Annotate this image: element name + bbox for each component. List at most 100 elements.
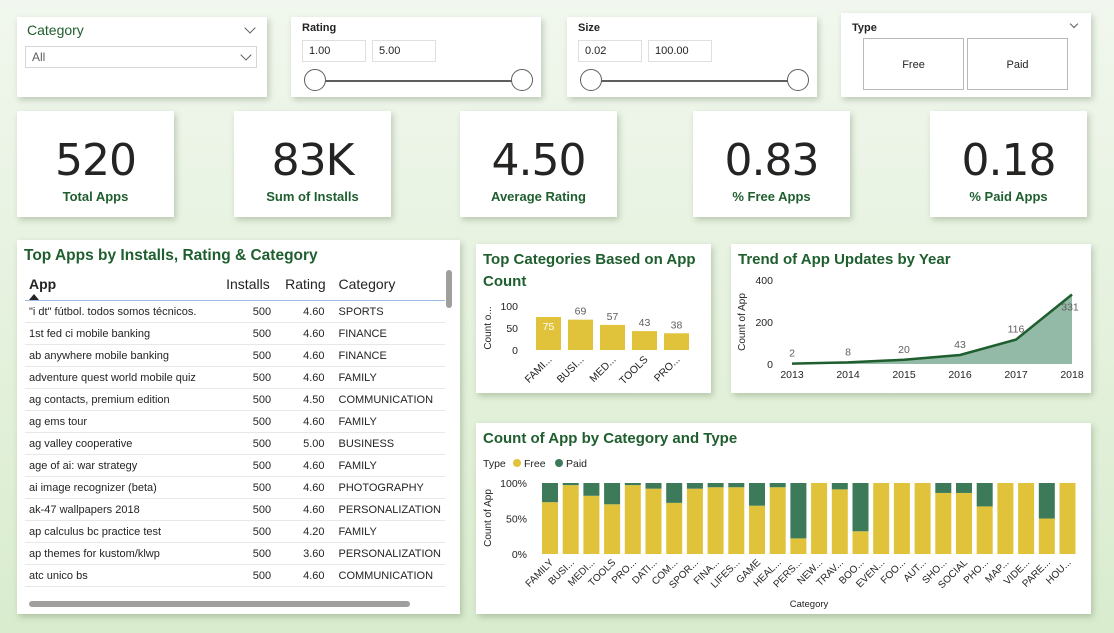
size-slider-min-handle[interactable]: [580, 69, 602, 91]
bar: [664, 333, 689, 350]
column-header-installs[interactable]: Installs: [222, 270, 282, 301]
horizontal-scrollbar[interactable]: [29, 601, 410, 607]
chevron-down-icon[interactable]: [1069, 19, 1079, 29]
table-row[interactable]: ak-47 wallpapers 2018 500 4.60 PERSONALIZAT…: [25, 498, 445, 521]
legend-title: Type: [483, 458, 506, 470]
rating-slider-min-handle[interactable]: [304, 69, 326, 91]
size-slider-max-handle[interactable]: [787, 69, 809, 91]
cell-installs: 500: [222, 476, 282, 499]
chevron-down-icon[interactable]: [244, 22, 256, 34]
table-row[interactable]: ab anywhere mobile banking 500 4.60 FINANCE: [25, 344, 445, 367]
bar-segment-paid: [1038, 483, 1055, 519]
y-tick-label: 100: [500, 301, 518, 313]
cell-category: FAMILY: [334, 410, 445, 433]
table-row[interactable]: atc unico bs 500 4.60 COMMUNICATION: [25, 564, 445, 587]
column-header-rating[interactable]: Rating: [281, 270, 335, 301]
table-row[interactable]: age of ai: war strategy 500 4.60 FAMILY: [25, 454, 445, 477]
bar-segment-free: [645, 488, 662, 554]
rating-slider-max-handle[interactable]: [511, 69, 533, 91]
table-row[interactable]: ap calculus bc practice test 500 4.20 FAMIL…: [25, 520, 445, 543]
table-row[interactable]: "i dt" fútbol. todos somos técnicos. 500 4…: [25, 300, 445, 323]
bar-segment-free: [583, 495, 600, 554]
table-row[interactable]: ap themes for kustom/klwp 500 3.60 PERSONAL…: [25, 542, 445, 565]
cell-rating: 4.60: [281, 322, 335, 345]
bar-segment-free: [666, 502, 683, 554]
bar-segment-free: [790, 538, 807, 554]
x-tick-label: 2017: [1004, 369, 1028, 381]
top-apps-table: App Installs Rating Category "i dt" fútb…: [25, 270, 445, 587]
data-label: 2: [789, 348, 795, 360]
bar: [600, 324, 625, 350]
size-max-input[interactable]: 100.00: [648, 40, 712, 62]
bar-segment-paid: [935, 483, 952, 493]
cell-installs: 500: [222, 542, 282, 565]
size-slider-track[interactable]: [591, 80, 799, 82]
bar-segment-free: [997, 483, 1014, 554]
cell-installs: 500: [222, 498, 282, 521]
type-slicer: Type Free Paid: [841, 13, 1091, 97]
table-row[interactable]: 1st fed ci mobile banking 500 4.60 FINANCE: [25, 322, 445, 345]
bar-segment-free: [542, 502, 558, 554]
bar-segment-free: [728, 487, 745, 554]
x-tick-label: 2018: [1060, 369, 1084, 381]
cell-category: PERSONALIZATION: [334, 498, 445, 521]
rating-max-input[interactable]: 5.00: [372, 40, 436, 62]
kpi-value: 520: [55, 135, 137, 186]
bar-segment-free: [852, 531, 869, 554]
column-header-category[interactable]: Category: [334, 270, 445, 301]
cell-app: age of ai: war strategy: [25, 454, 223, 477]
y-tick-label: 50: [506, 323, 518, 335]
rating-slider-track[interactable]: [315, 80, 523, 82]
rating-slicer-title: Rating: [302, 22, 337, 34]
cell-installs: 500: [222, 344, 282, 367]
bar-segment-free: [624, 485, 641, 554]
bar-segment-paid: [852, 483, 869, 532]
bar-segment-free: [604, 504, 621, 554]
table-row[interactable]: ag contacts, premium edition 500 4.50 COMMU…: [25, 388, 445, 411]
chevron-down-icon: [240, 49, 252, 61]
table-row[interactable]: ag ems tour 500 4.60 FAMILY: [25, 410, 445, 433]
rating-min-input[interactable]: 1.00: [302, 40, 366, 62]
data-label: 8: [845, 346, 851, 358]
trend-svg: Count of App 0 200 400 2 2013 8 2014 20 2015 43 201…: [737, 275, 1084, 381]
cell-category: COMMUNICATION: [334, 564, 445, 587]
category-dropdown[interactable]: All: [25, 46, 257, 68]
table-row[interactable]: adventure quest world mobile quiz 500 4.60…: [25, 366, 445, 389]
cell-app: ag contacts, premium edition: [25, 388, 223, 411]
bar-segment-free: [769, 487, 786, 554]
size-min-input[interactable]: 0.02: [578, 40, 642, 62]
bar-segment-paid: [956, 483, 972, 493]
kpi-label: Sum of Installs: [266, 189, 359, 204]
cell-category: FAMILY: [334, 366, 445, 389]
cell-installs: 500: [222, 300, 282, 323]
cell-rating: 4.60: [281, 476, 335, 499]
column-header-label: App: [29, 276, 57, 292]
x-tick-label: 2015: [892, 369, 916, 381]
table-row[interactable]: ag valley cooperative 500 5.00 BUSINESS: [25, 432, 445, 455]
x-tick-label: BUSI...: [555, 354, 587, 386]
vertical-scrollbar[interactable]: [446, 270, 452, 308]
table-row[interactable]: ai image recognizer (beta) 500 4.60 PHOTOGR…: [25, 476, 445, 499]
bar-segment-paid: [686, 483, 703, 489]
y-tick-label: 100%: [500, 478, 527, 490]
bar-segment-paid: [749, 483, 765, 506]
kpi-paid-apps: 0.18 % Paid Apps: [930, 111, 1087, 217]
cell-category: FINANCE: [334, 322, 445, 345]
column-header-app[interactable]: App: [25, 270, 223, 301]
bar-segment-free: [935, 492, 952, 554]
kpi-value: 0.83: [724, 135, 820, 186]
sort-ascending-icon: [29, 294, 39, 300]
cell-rating: 4.50: [281, 388, 335, 411]
bar-segment-free: [873, 483, 890, 554]
cell-rating: 4.60: [281, 498, 335, 521]
bar-segment-paid: [604, 483, 621, 505]
x-tick-label: FAMI...: [523, 354, 555, 386]
type-tile-paid[interactable]: Paid: [967, 38, 1068, 90]
cell-category: BUSINESS: [334, 432, 445, 455]
bar-segment-paid: [624, 483, 641, 486]
top-apps-table-visual: Top Apps by Installs, Rating & Category …: [17, 240, 460, 614]
cell-installs: 500: [222, 432, 282, 455]
y-tick-label: 400: [755, 275, 773, 287]
type-tile-free[interactable]: Free: [863, 38, 964, 90]
cell-app: 1st fed ci mobile banking: [25, 322, 223, 345]
